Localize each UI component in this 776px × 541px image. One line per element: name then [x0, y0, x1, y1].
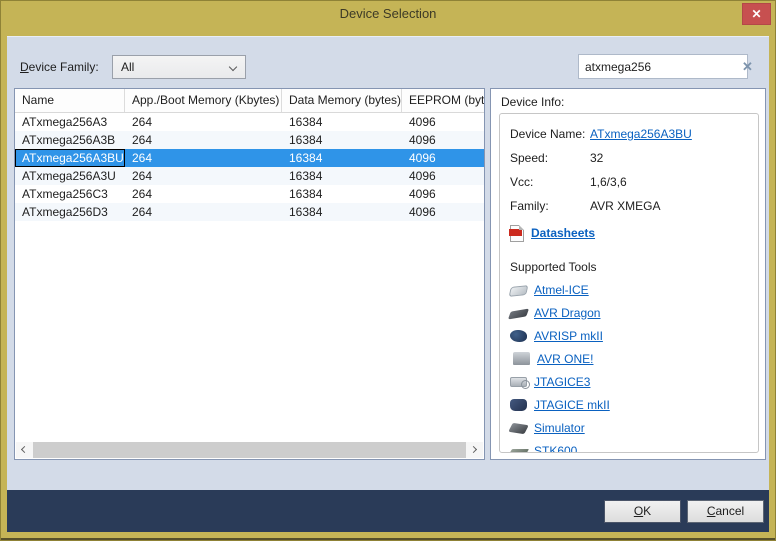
cell-eeprom: 4096 — [402, 185, 484, 203]
close-button[interactable]: ✕ — [742, 3, 771, 25]
cell-data-memory: 16384 — [282, 113, 402, 131]
cell-data-memory: 16384 — [282, 203, 402, 221]
cell-data-memory: 16384 — [282, 185, 402, 203]
cancel-button[interactable]: Cancel — [687, 500, 764, 523]
cell-data-memory: 16384 — [282, 167, 402, 185]
family-label: Family: — [510, 199, 590, 213]
title-bar: Device Selection ✕ — [0, 0, 776, 30]
close-icon: ✕ — [751, 7, 761, 21]
cell-name: ATxmega256A3U — [15, 167, 125, 185]
supported-tools-heading: Supported Tools — [510, 260, 748, 274]
pdf-icon — [510, 225, 524, 242]
datasheets-link[interactable]: Datasheets — [531, 226, 595, 240]
jtagice-mkii-icon — [510, 399, 527, 411]
scroll-left-icon[interactable] — [16, 442, 32, 458]
device-table-header: Name App./Boot Memory (Kbytes) Data Memo… — [15, 89, 484, 113]
vcc-label: Vcc: — [510, 175, 590, 189]
simulator-icon — [508, 423, 528, 434]
cell-name: ATxmega256D3 — [15, 203, 125, 221]
column-header-eeprom[interactable]: EEPROM (bytes) — [402, 89, 484, 112]
device-info-panel: Device Info: Device Name: ATxmega256A3BU… — [490, 88, 766, 460]
column-header-name[interactable]: Name — [15, 89, 125, 112]
jtagice-mkii-link[interactable]: JTAGICE mkII — [534, 398, 610, 412]
simulator-link[interactable]: Simulator — [534, 421, 585, 435]
device-name-label: Device Name: — [510, 127, 590, 141]
tool-item: AVRISP mkII — [510, 324, 748, 347]
scrollbar-thumb[interactable] — [33, 442, 466, 458]
cell-data-memory: 16384 — [282, 149, 402, 167]
cell-name: ATxmega256A3B — [15, 131, 125, 149]
jtagice3-icon — [510, 377, 527, 387]
tool-item: JTAGICE mkII — [510, 393, 748, 416]
tool-item: JTAGICE3 — [510, 370, 748, 393]
cell-name: ATxmega256A3BU — [15, 149, 125, 167]
device-name-link[interactable]: ATxmega256A3BU — [590, 127, 748, 141]
cell-eeprom: 4096 — [402, 203, 484, 221]
device-search-input[interactable] — [585, 60, 740, 74]
tool-item: AVR ONE! — [510, 347, 748, 370]
table-row[interactable]: ATxmega256A3U 264 16384 4096 — [15, 167, 484, 185]
cell-app-boot: 264 — [125, 185, 282, 203]
family-value: AVR XMEGA — [590, 199, 748, 213]
device-selection-dialog: Device Selection ✕ Device Family: All ✕ … — [0, 0, 776, 541]
avrisp-mkii-link[interactable]: AVRISP mkII — [534, 329, 603, 343]
column-header-app-boot-memory[interactable]: App./Boot Memory (Kbytes) — [125, 89, 282, 112]
cell-app-boot: 264 — [125, 113, 282, 131]
device-table: Name App./Boot Memory (Kbytes) Data Memo… — [14, 88, 485, 460]
cell-app-boot: 264 — [125, 149, 282, 167]
cell-app-boot: 264 — [125, 203, 282, 221]
jtagice3-link[interactable]: JTAGICE3 — [534, 375, 590, 389]
ok-button[interactable]: OK — [604, 500, 681, 523]
avrisp-mkii-icon — [510, 330, 527, 342]
cell-app-boot: 264 — [125, 131, 282, 149]
dialog-title: Device Selection — [0, 6, 776, 21]
search-clear-icon[interactable]: ✕ — [740, 59, 755, 75]
device-info-heading: Device Info: — [501, 95, 564, 109]
tool-item: Simulator — [510, 416, 748, 439]
horizontal-scrollbar[interactable] — [16, 442, 483, 458]
tool-item: Atmel-ICE — [510, 278, 748, 301]
tool-item: AVR Dragon — [510, 301, 748, 324]
cell-eeprom: 4096 — [402, 167, 484, 185]
cell-eeprom: 4096 — [402, 149, 484, 167]
avr-one-icon — [513, 352, 530, 365]
table-row-selected[interactable]: ATxmega256A3BU 264 16384 4096 — [15, 149, 484, 167]
cell-eeprom: 4096 — [402, 131, 484, 149]
cell-name: ATxmega256C3 — [15, 185, 125, 203]
speed-label: Speed: — [510, 151, 590, 165]
atmel-ice-link[interactable]: Atmel-ICE — [534, 283, 589, 297]
avr-one-link[interactable]: AVR ONE! — [537, 352, 593, 366]
cell-data-memory: 16384 — [282, 131, 402, 149]
device-search-box: ✕ — [578, 54, 748, 79]
speed-value: 32 — [590, 151, 748, 165]
table-row[interactable]: ATxmega256C3 264 16384 4096 — [15, 185, 484, 203]
stk600-link[interactable]: STK600 — [534, 444, 577, 454]
table-row[interactable]: ATxmega256A3B 264 16384 4096 — [15, 131, 484, 149]
device-info-box: Device Name: ATxmega256A3BU Speed: 32 Vc… — [499, 113, 759, 453]
scroll-right-icon[interactable] — [467, 442, 483, 458]
chevron-down-icon — [229, 63, 237, 71]
device-family-selected-value: All — [121, 60, 134, 74]
tool-item: STK600 — [510, 439, 748, 453]
cell-app-boot: 264 — [125, 167, 282, 185]
device-family-label: Device Family: — [20, 60, 99, 74]
stk600-icon — [508, 449, 529, 453]
table-row[interactable]: ATxmega256D3 264 16384 4096 — [15, 203, 484, 221]
atmel-ice-icon — [509, 285, 529, 297]
table-row[interactable]: ATxmega256A3 264 16384 4096 — [15, 113, 484, 131]
cell-name: ATxmega256A3 — [15, 113, 125, 131]
column-header-data-memory[interactable]: Data Memory (bytes) — [282, 89, 402, 112]
vcc-value: 1,6/3,6 — [590, 175, 748, 189]
avr-dragon-link[interactable]: AVR Dragon — [534, 306, 600, 320]
cell-eeprom: 4096 — [402, 113, 484, 131]
device-family-dropdown[interactable]: All — [112, 55, 246, 79]
avr-dragon-icon — [508, 309, 529, 320]
